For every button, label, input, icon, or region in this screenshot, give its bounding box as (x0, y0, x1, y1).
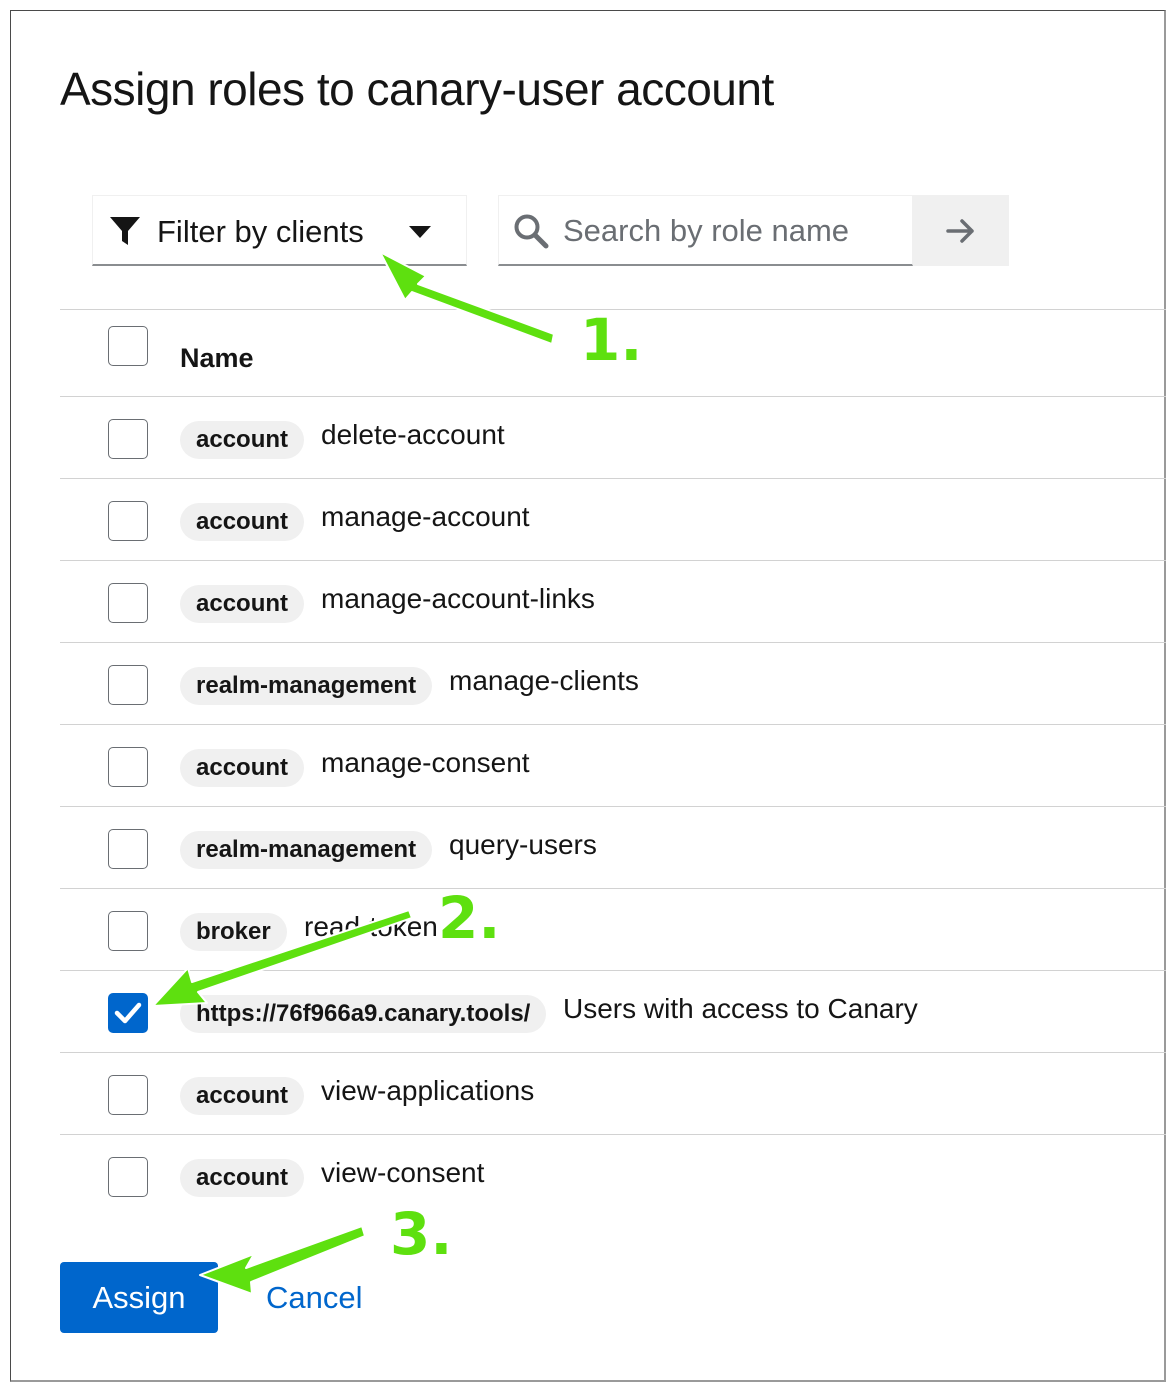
table-row: realm-management manage-clients (60, 643, 1166, 725)
role-name: view-applications (321, 1075, 535, 1106)
row-checkbox[interactable] (108, 1075, 148, 1115)
client-badge: broker (180, 913, 287, 951)
client-badge: account (180, 1077, 305, 1115)
row-checkbox[interactable] (108, 993, 148, 1033)
client-badge: account (180, 749, 305, 787)
table-row: account manage-consent (60, 725, 1166, 807)
cancel-button[interactable]: Cancel (266, 1280, 363, 1316)
table-row: https://76f966a9.canary.tools/Users with… (60, 971, 1166, 1053)
table-row: broker read-token (60, 889, 1166, 971)
search-icon (514, 214, 549, 249)
checkmark-icon (114, 1002, 142, 1024)
table-row: account manage-account (60, 479, 1166, 561)
search-submit-button[interactable] (913, 195, 1009, 266)
row-checkbox[interactable] (108, 829, 148, 869)
role-name: delete-account (321, 419, 505, 450)
role-name: read-token (304, 911, 438, 942)
row-checkbox[interactable] (108, 665, 148, 705)
select-all-checkbox[interactable] (108, 326, 148, 366)
filter-icon (110, 217, 140, 245)
filter-by-clients-dropdown[interactable]: Filter by clients (92, 195, 467, 266)
assign-button[interactable]: Assign (60, 1262, 218, 1333)
client-badge: account (180, 421, 305, 459)
search-box (498, 195, 913, 266)
client-badge: realm-management (180, 667, 433, 705)
search-input[interactable] (561, 206, 905, 256)
row-checkbox[interactable] (108, 419, 148, 459)
table-row: account manage-account-links (60, 561, 1166, 643)
row-checkbox[interactable] (108, 501, 148, 541)
role-name: manage-consent (321, 747, 530, 778)
arrow-right-icon (946, 219, 974, 243)
divider (60, 309, 1166, 310)
role-name: manage-account-links (321, 583, 595, 614)
filter-label: Filter by clients (157, 214, 364, 249)
table-row: account delete-account (60, 397, 1166, 479)
dialog-title: Assign roles to canary-user account (60, 63, 774, 115)
role-name: manage-account (321, 501, 530, 532)
caret-down-icon (409, 226, 431, 238)
role-name: view-consent (321, 1157, 485, 1188)
client-badge: https://76f966a9.canary.tools/ (180, 995, 547, 1033)
table-row: realm-management query-users (60, 807, 1166, 889)
row-checkbox[interactable] (108, 911, 148, 951)
client-badge: account (180, 585, 305, 623)
client-badge: realm-management (180, 831, 433, 869)
client-badge: account (180, 503, 305, 541)
table-row: account view-applications (60, 1053, 1166, 1135)
table-row: account view-consent (60, 1135, 1166, 1217)
role-name: query-users (449, 829, 597, 860)
row-checkbox[interactable] (108, 583, 148, 623)
role-name: manage-clients (449, 665, 639, 696)
column-header-name: Name (180, 343, 254, 373)
row-checkbox[interactable] (108, 747, 148, 787)
row-checkbox[interactable] (108, 1157, 148, 1197)
role-name: Users with access to Canary (563, 993, 918, 1024)
client-badge: account (180, 1159, 305, 1197)
